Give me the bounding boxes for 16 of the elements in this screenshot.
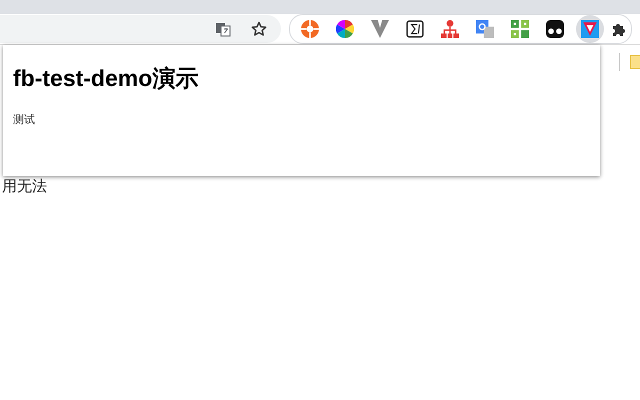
- translate-icon[interactable]: [215, 21, 231, 37]
- lifebuoy-icon: [301, 20, 319, 38]
- page-text: 用无法: [2, 176, 48, 197]
- address-bar[interactable]: [0, 15, 281, 43]
- v-logo-icon: [371, 20, 389, 38]
- puzzle-icon[interactable]: [611, 21, 627, 37]
- translate-icon: [476, 20, 494, 38]
- org-chart-icon: [441, 20, 459, 38]
- popup-title: fb-test-demo演示: [13, 64, 200, 93]
- triangle-logo-icon: [581, 20, 599, 38]
- color-wheel-icon: [336, 20, 354, 38]
- sigma-icon: [406, 20, 424, 38]
- popup-text: 测试: [13, 112, 36, 127]
- star-icon[interactable]: [251, 21, 267, 37]
- mask-icon: [546, 20, 564, 38]
- grid-icon: [511, 20, 529, 38]
